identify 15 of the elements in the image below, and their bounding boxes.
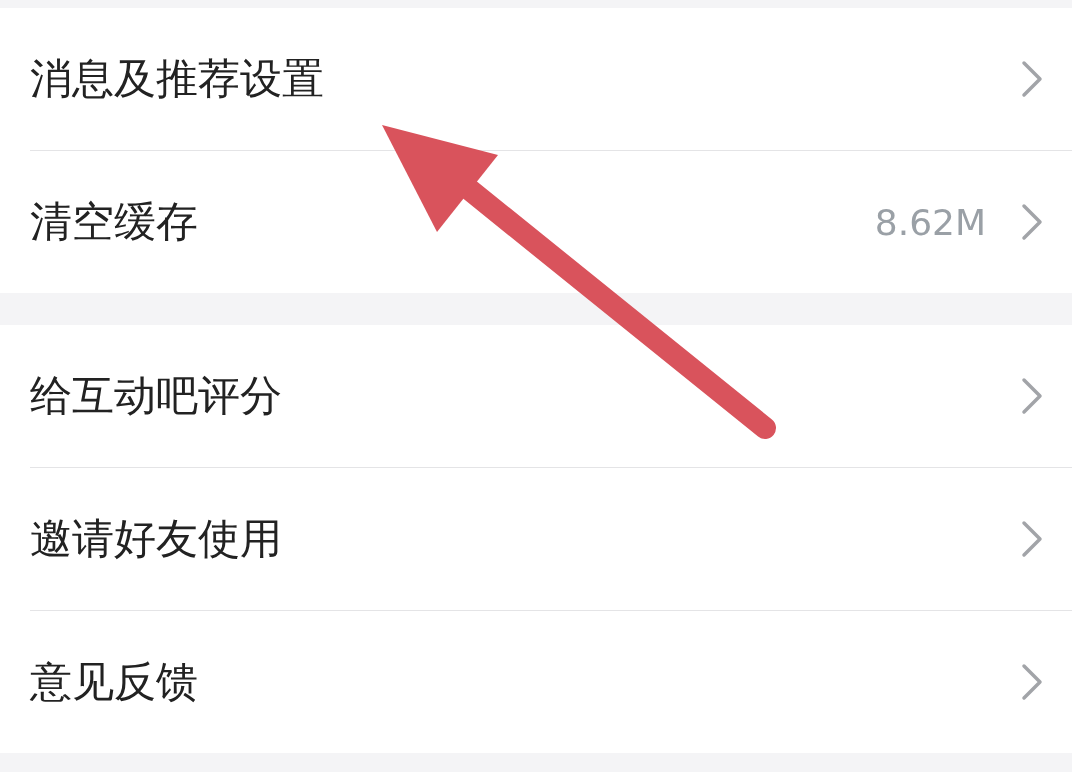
chevron-icon	[1020, 376, 1044, 416]
chevron-icon	[1020, 662, 1044, 702]
settings-item[interactable]: 清空缓存 8.62M	[30, 151, 1072, 293]
settings-item[interactable]: 意见反馈	[30, 611, 1072, 753]
settings-item[interactable]: 邀请好友使用	[30, 468, 1072, 611]
chevron-icon	[1020, 59, 1044, 99]
settings-item[interactable]: 给互动吧评分	[30, 325, 1072, 468]
item-label: 清空缓存	[30, 196, 199, 248]
item-label: 消息及推荐设置	[30, 53, 325, 105]
chevron-icon	[1020, 202, 1044, 242]
item-value: 8.62M	[874, 201, 986, 243]
item-label: 给互动吧评分	[30, 370, 283, 422]
item-label: 邀请好友使用	[30, 513, 283, 565]
item-label: 意见反馈	[30, 656, 199, 708]
chevron-icon	[1020, 519, 1044, 559]
